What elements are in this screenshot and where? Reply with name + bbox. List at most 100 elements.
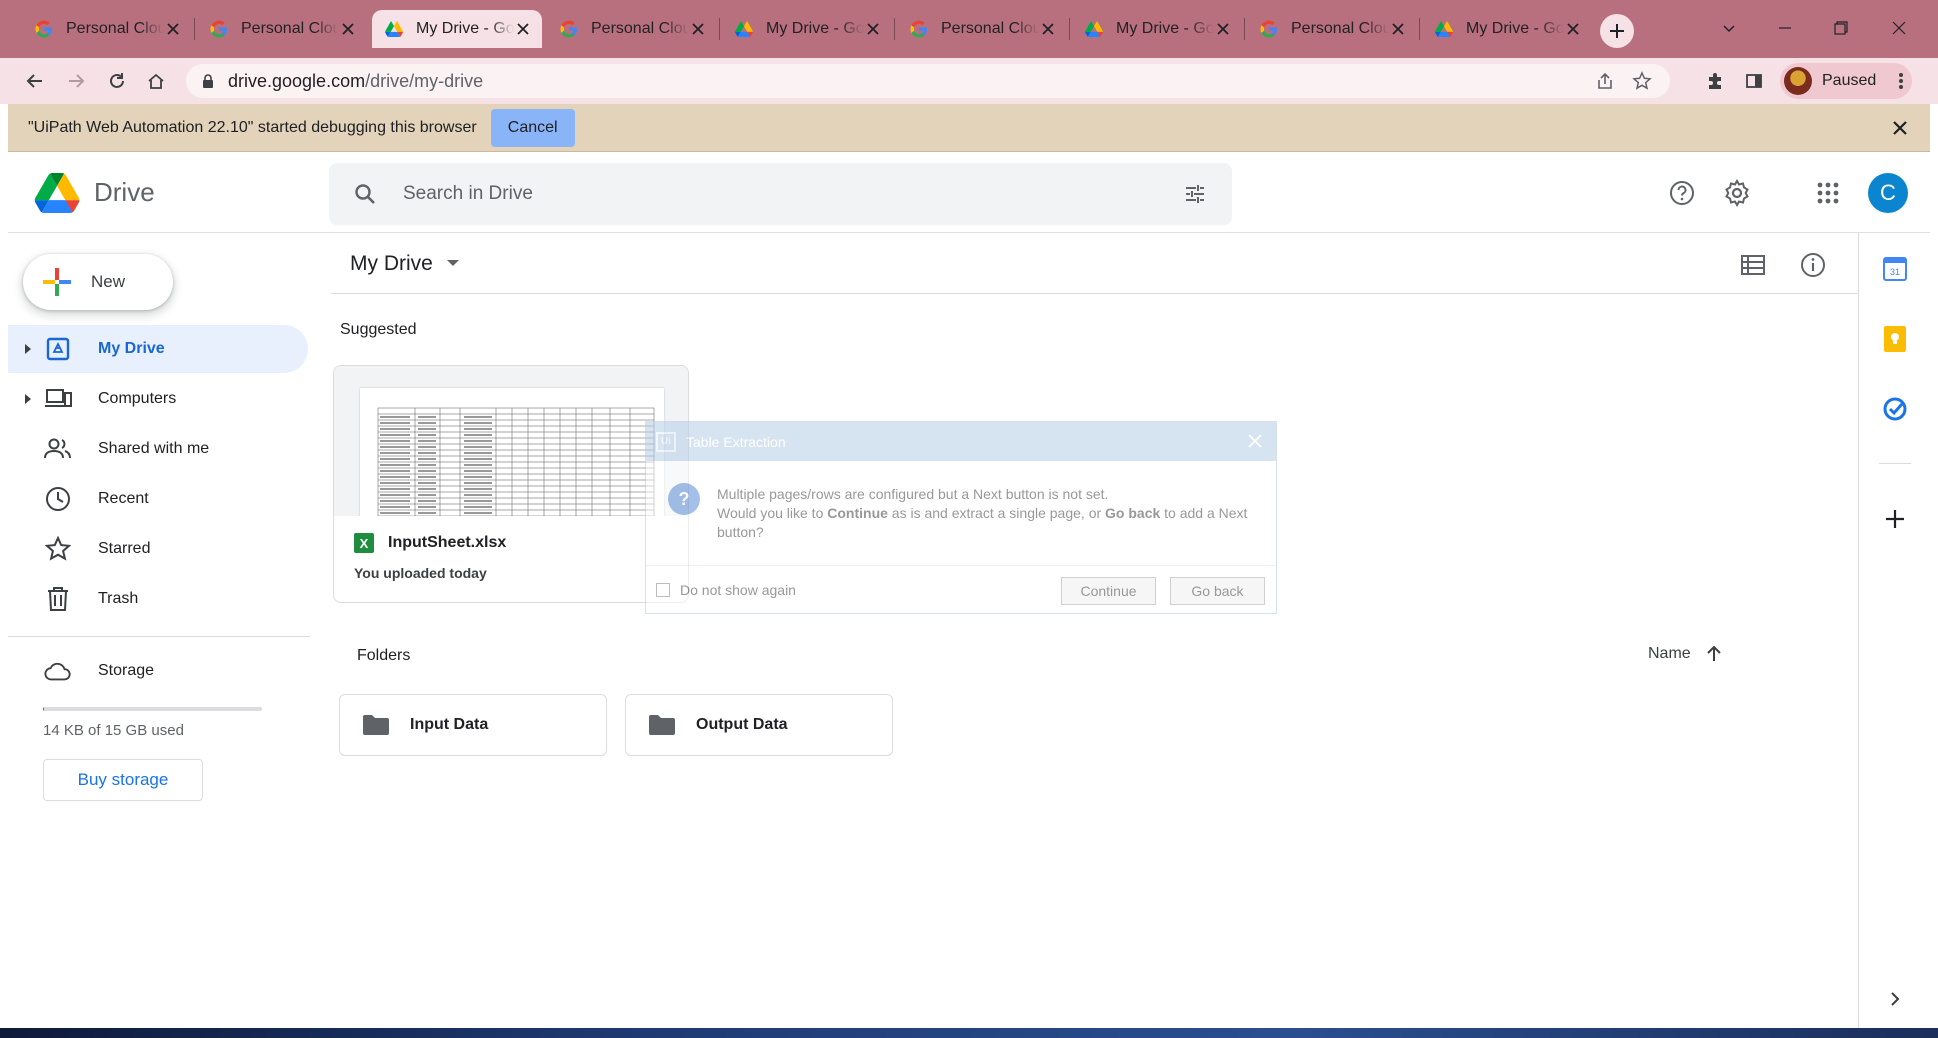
os-taskbar (0, 1028, 1938, 1038)
sidebar-item-label: Recent (98, 490, 149, 507)
chevron-right-icon[interactable] (1881, 985, 1909, 1013)
new-button[interactable]: New (23, 254, 173, 310)
search-icon[interactable] (351, 180, 379, 208)
browser-tab[interactable]: Personal Cloud (547, 10, 717, 48)
account-avatar[interactable]: C (1868, 173, 1908, 213)
dialog-message: Multiple pages/rows are configured but a… (717, 485, 1257, 542)
sort-by-name-button[interactable]: Name (1648, 645, 1723, 663)
browser-tab[interactable]: My Drive - Goo (1072, 10, 1242, 48)
trash-icon (44, 585, 72, 613)
forward-button[interactable] (59, 64, 93, 98)
browser-tab[interactable]: My Drive - Goo (372, 10, 542, 48)
tab-close-icon[interactable] (1039, 20, 1057, 38)
suggested-file-card[interactable]: X InputSheet.xlsx You uploaded today (333, 365, 689, 603)
back-button[interactable] (18, 64, 52, 98)
browser-tab[interactable]: My Drive - Goo (1422, 10, 1592, 48)
sidebar-item-label: Storage (98, 662, 155, 679)
tab-close-icon[interactable] (1564, 20, 1582, 38)
tab-close-icon[interactable] (1389, 20, 1407, 38)
google-icon (909, 19, 929, 39)
tab-close-icon[interactable] (1214, 20, 1232, 38)
checkbox-box[interactable] (656, 583, 670, 597)
table-extraction-dialog[interactable]: Ui Table Extraction ? Multiple pages/row… (645, 421, 1277, 614)
google-icon (559, 19, 579, 39)
search-input[interactable]: Search in Drive (403, 183, 533, 205)
tab-title: Personal Cloud (1291, 20, 1389, 37)
tab-title: My Drive - Goo (1466, 20, 1564, 37)
main-header-divider (331, 293, 1858, 294)
lock-icon[interactable] (200, 73, 216, 89)
close-icon (1892, 21, 1906, 35)
sidebar-item-starred[interactable]: Starred (8, 525, 308, 573)
restore-icon (1834, 21, 1848, 35)
drive-logo-icon[interactable] (34, 173, 80, 213)
question-icon: ? (668, 483, 700, 515)
browser-tab[interactable]: My Drive - Goo (722, 10, 892, 48)
cancel-debugging-button[interactable]: Cancel (490, 108, 575, 147)
browser-tab[interactable]: Personal Cloud (197, 10, 367, 48)
browser-menu-button[interactable] (1884, 64, 1918, 98)
tab-close-icon[interactable] (164, 20, 182, 38)
folder-input-data[interactable]: Input Data (339, 694, 607, 756)
continue-button[interactable]: Continue (1061, 577, 1156, 605)
search-options-icon[interactable] (1180, 179, 1210, 209)
add-addon-plus-icon[interactable] (1881, 505, 1909, 533)
tab-close-icon[interactable] (514, 20, 532, 38)
address-bar[interactable]: drive.google.com/drive/my-drive (186, 64, 1670, 98)
browser-tab[interactable]: Personal Cloud (897, 10, 1067, 48)
tab-close-icon[interactable] (689, 20, 707, 38)
my-drive-title-dropdown[interactable]: My Drive (350, 252, 459, 276)
dialog-close-icon[interactable] (1246, 432, 1264, 450)
infobar-close-icon[interactable] (1890, 118, 1910, 138)
apps-grid-icon[interactable] (1806, 171, 1850, 215)
sidebar-item-label: My Drive (98, 340, 165, 357)
side-panel-divider (1879, 463, 1911, 464)
do-not-show-again-checkbox[interactable]: Do not show again (656, 582, 796, 598)
sidebar-item-computers[interactable]: Computers (8, 375, 308, 423)
sidebar-item-trash[interactable]: Trash (8, 575, 308, 623)
tab-close-icon[interactable] (339, 20, 357, 38)
expand-arrow-icon[interactable] (22, 343, 34, 355)
folder-output-data[interactable]: Output Data (625, 694, 893, 756)
home-button[interactable] (139, 64, 173, 98)
keep-icon[interactable] (1881, 325, 1909, 353)
clock-icon (44, 485, 72, 513)
tasks-icon[interactable] (1881, 395, 1909, 423)
restore-button[interactable] (1812, 8, 1870, 48)
arrow-up-icon[interactable] (1705, 645, 1723, 663)
list-view-icon[interactable] (1738, 250, 1768, 280)
folder-name: Input Data (410, 716, 489, 733)
sidebar-item-label: Trash (98, 590, 139, 607)
tab-close-icon[interactable] (864, 20, 882, 38)
reload-button[interactable] (100, 64, 134, 98)
help-icon[interactable] (1660, 171, 1704, 215)
sidebar-item-shared-with-me[interactable]: Shared with me (8, 425, 308, 473)
drive-brand-name[interactable]: Drive (94, 177, 155, 208)
my-drive-icon (44, 335, 72, 363)
sidebar-item-recent[interactable]: Recent (8, 475, 308, 523)
settings-gear-icon[interactable] (1715, 171, 1759, 215)
sidebar-item-my-drive[interactable]: My Drive (8, 325, 308, 373)
home-icon (148, 73, 164, 89)
share-icon[interactable] (1596, 72, 1614, 95)
new-tab-button[interactable] (1600, 14, 1634, 48)
extensions-button[interactable] (1698, 64, 1732, 98)
tab-separator (1069, 18, 1070, 40)
file-thumbnail (334, 366, 688, 516)
excel-file-icon: X (354, 533, 374, 553)
close-window-button[interactable] (1870, 8, 1928, 48)
bookmark-star-icon[interactable] (1632, 71, 1652, 96)
minimize-button[interactable] (1756, 8, 1814, 48)
info-icon[interactable] (1798, 250, 1828, 280)
browser-tab[interactable]: Personal Cloud (1247, 10, 1417, 48)
sidebar-item-storage[interactable]: Storage (8, 647, 308, 695)
browser-tab[interactable]: Personal Cloud (22, 10, 192, 48)
expand-arrow-icon[interactable] (22, 393, 34, 405)
go-back-button[interactable]: Go back (1170, 577, 1265, 605)
tab-search-button[interactable] (1700, 8, 1758, 48)
calendar-icon[interactable]: 31 (1881, 255, 1909, 283)
side-panel-button[interactable] (1737, 64, 1771, 98)
drive-search-bar[interactable]: Search in Drive (329, 163, 1232, 225)
buy-storage-button[interactable]: Buy storage (43, 759, 203, 801)
page-title: My Drive (350, 252, 433, 275)
